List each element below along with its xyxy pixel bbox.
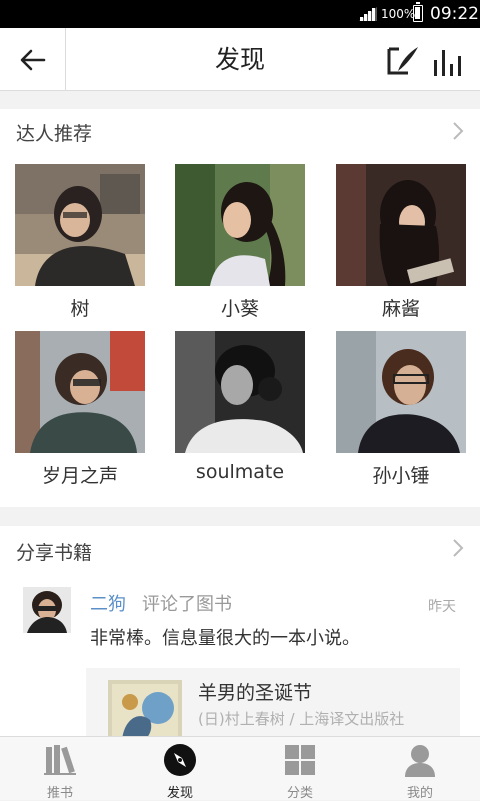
nav-label: 推书: [46, 786, 73, 801]
status-bar: 100% 09:22: [0, 0, 480, 28]
expert-item[interactable]: soulmate: [175, 331, 305, 483]
avatar[interactable]: [23, 587, 71, 633]
ranking-icon[interactable]: [432, 46, 466, 76]
book-cover: [108, 680, 182, 736]
book-title: 羊男的圣诞节: [198, 682, 313, 704]
page-title: 发现: [214, 45, 265, 74]
post-time: 昨天: [428, 599, 456, 615]
signal-icon: [359, 7, 377, 21]
expert-name: 麻酱: [381, 298, 420, 320]
expert-name: 树: [70, 298, 90, 320]
book-author-publisher: (日)村上春树 / 上海译文出版社: [198, 710, 405, 728]
battery-icon: [413, 2, 423, 22]
nav-label: 发现: [166, 786, 193, 801]
write-icon[interactable]: [386, 44, 420, 76]
expert-item[interactable]: 树: [15, 164, 145, 321]
nav-tab-me[interactable]: 我的: [360, 737, 480, 801]
books-icon: [44, 745, 76, 775]
expert-item[interactable]: 麻酱: [336, 164, 466, 321]
expert-name: 小葵: [220, 298, 259, 320]
expert-name: soulmate: [195, 461, 285, 483]
avatar: [15, 164, 145, 286]
chevron-right-icon[interactable]: [452, 538, 464, 558]
clock: 09:22: [430, 4, 479, 24]
back-button[interactable]: [0, 28, 66, 91]
nav-label: 我的: [406, 786, 433, 801]
section-title-books: 分享书籍: [16, 542, 93, 564]
expert-name: 岁月之声: [41, 465, 118, 487]
expert-item[interactable]: 孙小锤: [336, 331, 466, 488]
expert-name: 孙小锤: [372, 465, 430, 487]
post-username[interactable]: 二狗: [90, 590, 126, 616]
shared-books-section: 分享书籍 二狗 评论了图书 昨天 非常棒。信息量很大的一本小说。 羊男的圣诞节 …: [0, 526, 480, 736]
nav-tab-categories[interactable]: 分类: [240, 737, 360, 801]
nav-tab-books[interactable]: 推书: [0, 737, 120, 801]
nav-tab-discover[interactable]: 发现: [120, 737, 240, 801]
avatar: [175, 331, 305, 453]
recommended-experts-section: 达人推荐 树 小葵 麻酱 岁月之声 soulmate 孙小锤: [0, 109, 480, 507]
expert-item[interactable]: 岁月之声: [15, 331, 145, 488]
post-comment: 非常棒。信息量很大的一本小说。: [90, 628, 360, 649]
avatar: [336, 164, 466, 286]
chevron-right-icon[interactable]: [452, 121, 464, 141]
book-card[interactable]: 羊男的圣诞节 (日)村上春树 / 上海译文出版社: [86, 668, 460, 736]
back-arrow-icon: [20, 49, 45, 70]
post-action: 评论了图书: [142, 594, 232, 615]
nav-label: 分类: [286, 786, 313, 801]
bottom-navigation: 推书 发现 分类 我的: [0, 736, 480, 801]
avatar: [175, 164, 305, 286]
expert-item[interactable]: 小葵: [175, 164, 305, 321]
app-bar: 发现: [0, 28, 480, 91]
user-icon: [405, 745, 435, 777]
grid-icon: [285, 745, 315, 775]
avatar: [336, 331, 466, 453]
avatar: [15, 331, 145, 453]
compass-icon: [164, 744, 196, 776]
battery-percent: 100%: [381, 7, 416, 21]
section-title-experts: 达人推荐: [16, 123, 93, 145]
